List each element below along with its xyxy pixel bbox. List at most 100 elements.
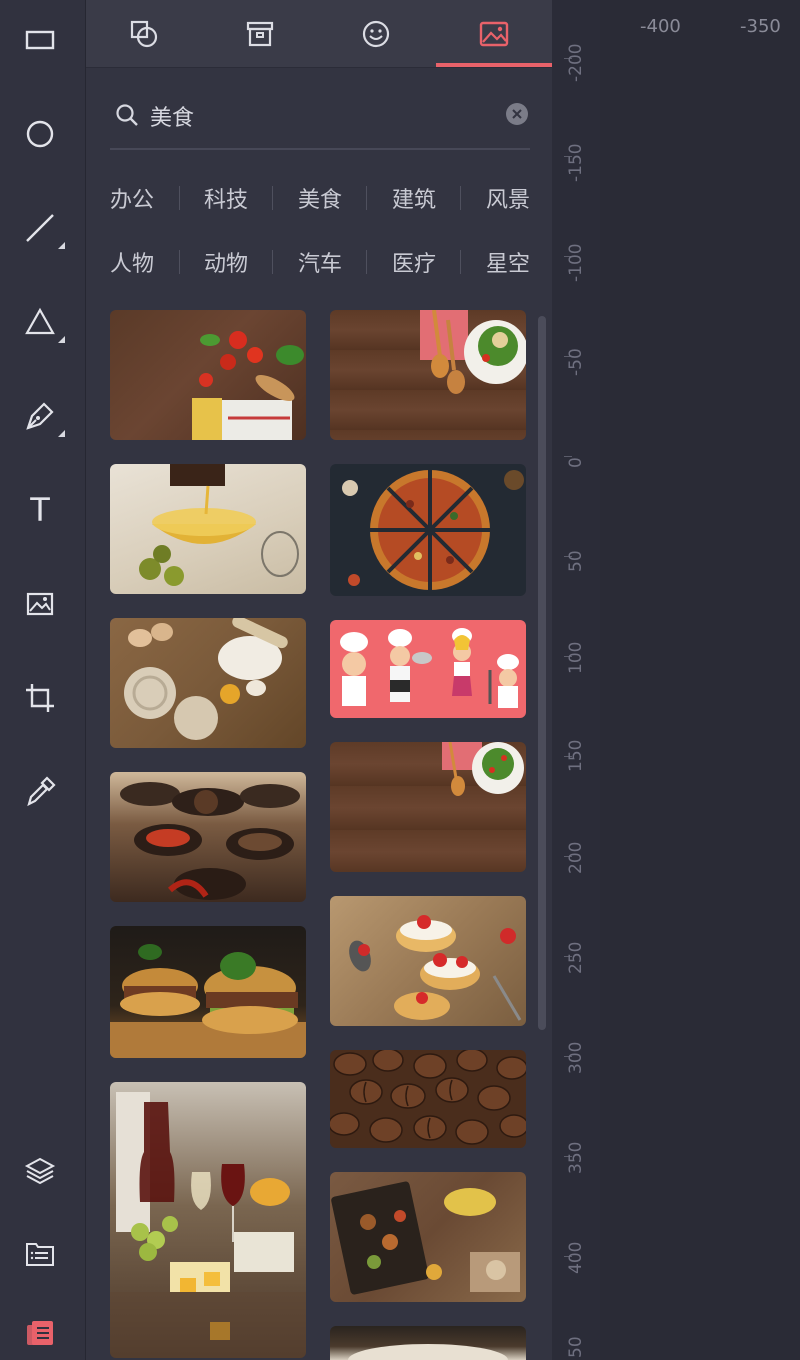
ruler-label: 400 <box>566 1241 586 1274</box>
image-thumb-olive-oil[interactable] <box>110 464 306 594</box>
ellipse-tool[interactable] <box>15 109 65 159</box>
ruler-label: -100 <box>566 243 586 282</box>
ruler-label: 350 <box>566 1141 586 1174</box>
panel-tabs <box>86 0 552 68</box>
file-list-icon <box>26 1243 54 1266</box>
food-photo <box>124 618 288 740</box>
template-icon <box>27 1321 53 1345</box>
ruler-label: -200 <box>566 43 586 82</box>
ruler-label: 50 <box>566 1336 586 1358</box>
image-thumb-chef-cartoons[interactable] <box>330 620 526 718</box>
rectangle-icon <box>25 30 55 50</box>
food-photo <box>340 628 519 708</box>
eyedropper-tool[interactable] <box>15 767 65 817</box>
image-thumb-salad-wood[interactable] <box>330 742 526 872</box>
ruler-label: 250 <box>566 941 586 974</box>
clear-search-button[interactable] <box>506 103 528 125</box>
category-animals[interactable]: 动物 <box>204 246 248 278</box>
text-tool[interactable]: T <box>15 485 65 535</box>
resource-panel: 美食 办公 科技 美食 建筑 风景 人物 动物 汽车 医疗 星空 <box>86 0 552 1360</box>
tab-pictures[interactable] <box>436 0 552 68</box>
emoji-icon <box>362 20 390 48</box>
picture-icon <box>479 21 509 47</box>
ruler-label: 0 <box>566 457 586 468</box>
divider <box>460 186 462 210</box>
image-thumb-flour-pasta[interactable] <box>110 618 306 748</box>
divider <box>272 250 274 274</box>
image-tool[interactable] <box>15 579 65 629</box>
category-medical[interactable]: 医疗 <box>392 246 436 278</box>
image-thumb-tomatoes-pasta[interactable] <box>110 310 306 440</box>
active-tab-indicator <box>436 63 552 67</box>
divider <box>178 250 180 274</box>
triangle-icon <box>25 307 55 335</box>
food-photo <box>110 1092 306 1358</box>
food-photo <box>192 331 304 440</box>
category-people[interactable]: 人物 <box>110 246 154 278</box>
submenu-indicator <box>58 242 65 249</box>
category-scenery[interactable]: 风景 <box>486 182 530 214</box>
panel-scrollbar[interactable] <box>538 316 546 1030</box>
food-photo <box>349 915 522 1021</box>
shapes-icon <box>130 20 158 48</box>
ruler-label: 150 <box>566 739 586 772</box>
pen-tool[interactable] <box>15 391 65 441</box>
food-photo <box>110 944 306 1058</box>
image-icon <box>26 592 54 616</box>
left-toolbar: T <box>0 0 86 1360</box>
category-office[interactable]: 办公 <box>110 182 154 214</box>
crop-tool[interactable] <box>15 673 65 723</box>
ruler-label: -150 <box>566 143 586 182</box>
search-input[interactable]: 美食 <box>150 100 194 132</box>
pen-icon <box>26 402 54 430</box>
submenu-indicator <box>58 336 65 343</box>
food-photo <box>330 1050 526 1145</box>
template-button[interactable] <box>15 1308 65 1358</box>
ruler-label: -400 <box>640 16 681 37</box>
eyedropper-icon <box>27 776 56 807</box>
text-icon: T <box>30 491 50 529</box>
category-food[interactable]: 美食 <box>298 182 342 214</box>
category-architecture[interactable]: 建筑 <box>392 182 436 214</box>
category-starry-sky[interactable]: 星空 <box>486 246 530 278</box>
image-thumb-kitchen-partial[interactable] <box>330 1326 526 1360</box>
image-thumb-coffee-beans[interactable] <box>330 1050 526 1148</box>
tab-emoji[interactable] <box>318 0 434 68</box>
food-photo <box>348 1344 508 1360</box>
tab-shapes[interactable] <box>86 0 202 68</box>
image-thumb-pizza[interactable] <box>330 464 526 596</box>
image-thumb-salad-spoons[interactable] <box>330 310 526 440</box>
line-icon <box>26 214 54 242</box>
layers-button[interactable] <box>15 1146 65 1196</box>
divider <box>272 186 274 210</box>
ruler-label: 300 <box>566 1041 586 1074</box>
ruler-label: 200 <box>566 841 586 874</box>
line-tool[interactable] <box>15 203 65 253</box>
search-icon <box>116 104 138 126</box>
ellipse-icon <box>26 120 54 148</box>
image-search[interactable]: 美食 <box>110 92 530 150</box>
image-thumb-cream-puffs[interactable] <box>330 896 526 1026</box>
layers-icon <box>24 1157 56 1185</box>
tab-archive[interactable] <box>202 0 318 68</box>
category-row-2: 人物 动物 汽车 医疗 星空 <box>110 246 530 278</box>
image-thumb-food-platter[interactable] <box>330 1172 526 1302</box>
food-photo <box>420 310 526 394</box>
food-photo <box>342 470 524 590</box>
pages-button[interactable] <box>15 1228 65 1278</box>
rectangle-tool[interactable] <box>15 15 65 65</box>
close-icon <box>512 109 522 119</box>
triangle-tool[interactable] <box>15 297 65 347</box>
archive-icon <box>246 21 274 47</box>
image-thumb-burgers[interactable] <box>110 926 306 1058</box>
horizontal-ruler: -400 -350 <box>600 0 800 60</box>
food-photo <box>331 1181 520 1295</box>
image-thumb-spices[interactable] <box>110 772 306 902</box>
ruler-label: 100 <box>566 641 586 674</box>
divider <box>460 250 462 274</box>
image-thumb-wine-cheese[interactable] <box>110 1082 306 1358</box>
category-tech[interactable]: 科技 <box>204 182 248 214</box>
ruler-label: 50 <box>566 550 586 572</box>
food-photo <box>139 464 299 586</box>
category-cars[interactable]: 汽车 <box>298 246 342 278</box>
